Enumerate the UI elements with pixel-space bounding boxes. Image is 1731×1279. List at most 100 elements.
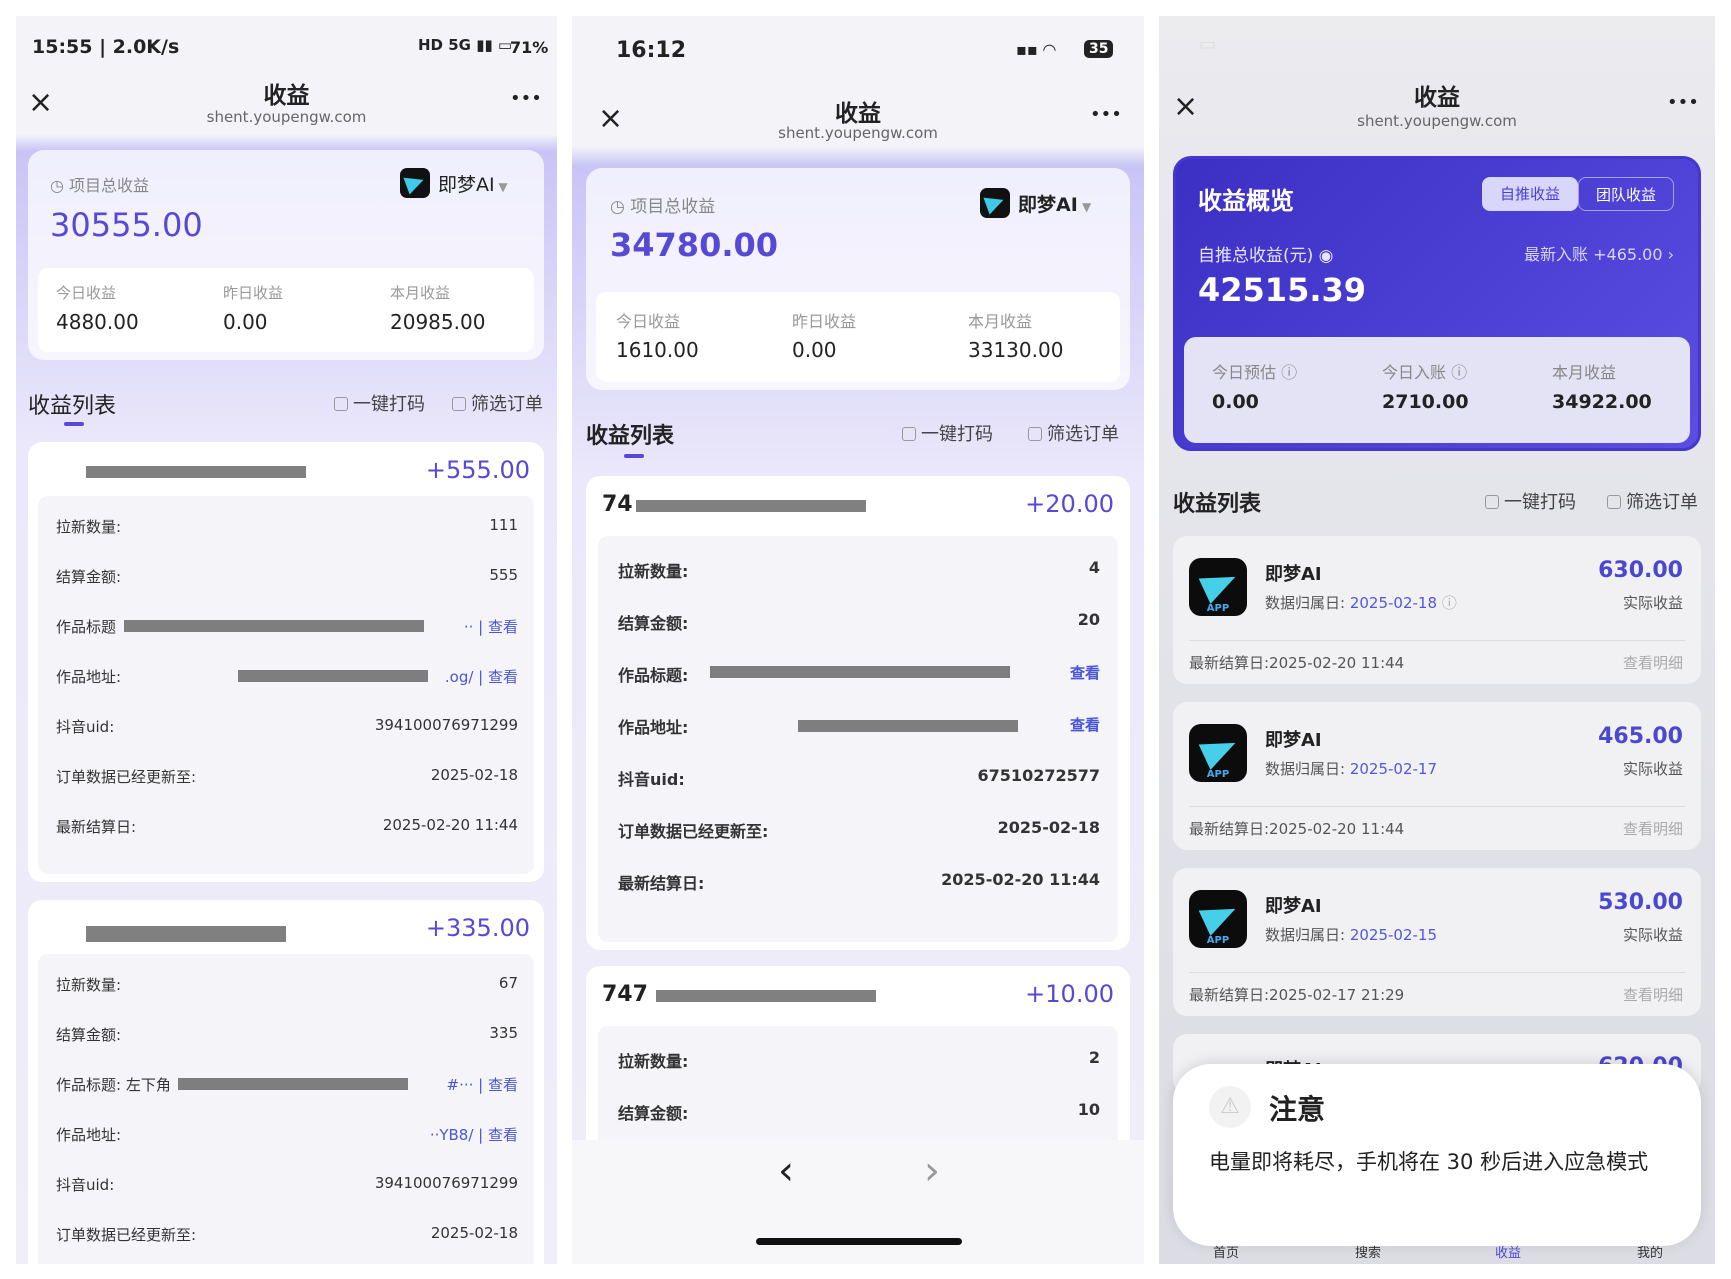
row-value: 2025-02-20 11:44 — [941, 870, 1100, 889]
mosaic-icon — [334, 397, 348, 411]
tab-search[interactable]: 搜索 — [1355, 1242, 1381, 1261]
brand-select[interactable]: 即梦AI ▼ — [438, 170, 508, 197]
row-value: 4 — [1088, 558, 1100, 577]
chevron-down-icon: ▼ — [1077, 200, 1092, 214]
screenshot-phone-2: 16:12 ▪▪ ◠ 35 × 收益 shent.youpengw.com ••… — [572, 16, 1144, 1264]
view-link[interactable]: ·· | 查看 — [464, 616, 518, 637]
row-value: 111 — [489, 516, 518, 534]
stat-label: 本月收益 — [968, 312, 1033, 331]
view-detail-link[interactable]: 查看明细 — [1623, 652, 1683, 673]
view-link[interactable]: 查看 — [1070, 662, 1100, 683]
item-settle-date: 最新结算日:2025-02-17 21:29 — [1189, 986, 1405, 1004]
stat-label: 今日预估 ⓘ — [1212, 363, 1298, 382]
brand-select[interactable]: 即梦AI ▼ — [1018, 190, 1091, 217]
more-icon[interactable]: ••• — [1090, 106, 1122, 124]
tab-self-earnings[interactable]: 自推收益 — [1482, 177, 1578, 211]
redacted-text — [124, 620, 424, 632]
view-detail-link[interactable]: 查看明细 — [1623, 818, 1683, 839]
view-link[interactable]: #··· | 查看 — [447, 1074, 518, 1095]
stats-panel: 今日收益 1610.00 昨日收益 0.00 本月收益 33130.00 — [596, 292, 1120, 382]
list-item[interactable]: APP 即梦AI 数据归属日: 2025-02-15 530.00 实际收益 最… — [1173, 868, 1701, 1016]
row-value: 2025-02-18 — [430, 1224, 518, 1242]
row-label: 作品标题 — [56, 618, 117, 636]
row-label: 结算金额: — [56, 568, 122, 586]
row-label: 作品标题: 左下角 — [56, 1076, 171, 1094]
jimeng-logo-icon — [980, 188, 1010, 218]
bottom-tab-bar: 首页 搜索 收益 我的 — [1159, 1240, 1715, 1264]
chevron-down-icon: ▼ — [494, 180, 508, 194]
item-amount: 530.00 — [1598, 890, 1683, 915]
info-icon[interactable]: ⓘ — [1451, 363, 1467, 382]
list-item[interactable]: APP 即梦AI 数据归属日: 2025-02-18 ⓘ 630.00 实际收益… — [1173, 536, 1701, 684]
item-amount: 630.00 — [1598, 558, 1683, 583]
status-time: 16:12 — [616, 38, 687, 63]
earning-card: +335.00 拉新数量: 67 结算金额: 335 作品标题: 左下角 #··… — [28, 900, 544, 1264]
stat-value: 33130.00 — [968, 338, 1064, 362]
redacted-id — [656, 990, 876, 1002]
list-title: 收益列表 — [28, 394, 117, 419]
tab-team-earnings[interactable]: 团队收益 — [1578, 177, 1674, 211]
redacted-id — [636, 500, 866, 512]
jimeng-app-icon: APP — [1189, 724, 1247, 782]
info-icon[interactable]: ⓘ — [1442, 594, 1457, 612]
info-icon[interactable]: ⓘ — [1281, 363, 1297, 382]
overview-stats: 今日预估 ⓘ 0.00 今日入账 ⓘ 2710.00 本月收益 34922.00 — [1184, 337, 1690, 443]
tab-mine[interactable]: 我的 — [1637, 1242, 1663, 1261]
redacted-text — [710, 666, 1010, 678]
row-value: 20 — [1077, 610, 1100, 629]
view-detail-link[interactable]: 查看明细 — [1623, 984, 1683, 1005]
row-label: 作品标题: — [618, 666, 689, 685]
divider — [1189, 806, 1685, 807]
mask-all-button[interactable]: 一键打码 — [902, 420, 993, 446]
row-label: 订单数据已经更新至: — [56, 768, 197, 786]
jimeng-logo-icon — [400, 168, 430, 198]
row-label: 抖音uid: — [56, 1176, 115, 1194]
alert-message: 电量即将耗尽，手机将在 30 秒后进入应急模式 — [1209, 1150, 1649, 1174]
view-link[interactable]: 查看 — [1070, 714, 1100, 735]
redacted-text — [178, 1078, 408, 1090]
mask-all-button[interactable]: 一键打码 — [334, 390, 425, 416]
battery-level: 71% — [510, 38, 549, 57]
back-icon[interactable]: ‹ — [778, 1148, 794, 1194]
forward-icon[interactable]: › — [924, 1148, 940, 1194]
view-link[interactable]: ··YB8/ | 查看 — [430, 1124, 518, 1145]
redacted-text — [238, 670, 428, 682]
title-underline — [624, 454, 644, 458]
stat-label: 今日收益 — [616, 312, 681, 331]
filter-orders-button[interactable]: 筛选订单 — [1028, 420, 1119, 446]
mosaic-icon — [902, 427, 916, 441]
tab-earnings[interactable]: 收益 — [1495, 1242, 1521, 1261]
mosaic-icon — [1485, 495, 1499, 509]
eye-icon[interactable]: ◉ — [1319, 246, 1334, 266]
tab-home[interactable]: 首页 — [1213, 1242, 1239, 1261]
warning-icon: ⚠ — [1209, 1086, 1251, 1128]
view-link[interactable]: .og/ | 查看 — [445, 666, 518, 687]
battery-warning-alert[interactable]: ⚠ 注意 电量即将耗尽，手机将在 30 秒后进入应急模式 — [1173, 1064, 1701, 1246]
more-icon[interactable]: ••• — [510, 90, 542, 108]
status-icons: HD 5G ▮▮ ▭ — [418, 36, 513, 54]
stat-label: 今日入账 ⓘ — [1382, 363, 1468, 382]
item-name: 即梦AI — [1265, 564, 1322, 585]
item-settle-date: 最新结算日:2025-02-20 11:44 — [1189, 820, 1405, 838]
stat-label: 今日收益 — [56, 284, 117, 302]
stat-label: 本月收益 — [390, 284, 451, 302]
more-icon[interactable]: ••• — [1667, 94, 1699, 112]
row-label: 拉新数量: — [56, 976, 122, 994]
mask-all-button[interactable]: 一键打码 — [1485, 488, 1576, 514]
earning-details: 拉新数量: 67 结算金额: 335 作品标题: 左下角 #··· | 查看 作… — [38, 954, 534, 1264]
row-label: 作品地址: — [56, 1126, 122, 1144]
earning-card: 74 +20.00 拉新数量: 4 结算金额: 20 作品标题: 查看 作品地址… — [586, 476, 1130, 950]
row-label: 订单数据已经更新至: — [618, 822, 769, 841]
page-url: shent.youpengw.com — [1357, 112, 1517, 130]
stat-value: 20985.00 — [390, 310, 486, 334]
list-item[interactable]: APP 即梦AI 数据归属日: 2025-02-17 465.00 实际收益 最… — [1173, 702, 1701, 850]
total-value: 34780.00 — [610, 226, 779, 264]
row-value: 2025-02-18 — [997, 818, 1100, 837]
latest-income-link[interactable]: 最新入账 +465.00 › — [1524, 241, 1674, 265]
filter-orders-button[interactable]: 筛选订单 — [452, 390, 543, 416]
status-icons: ▪▪ ◠ — [1016, 40, 1056, 59]
filter-orders-button[interactable]: 筛选订单 — [1607, 488, 1698, 514]
item-date: 数据归属日: 2025-02-18 ⓘ — [1265, 594, 1457, 612]
earning-details: 拉新数量: 4 结算金额: 20 作品标题: 查看 作品地址: 查看 抖音uid… — [598, 536, 1118, 942]
row-label: 抖音uid: — [618, 770, 685, 789]
